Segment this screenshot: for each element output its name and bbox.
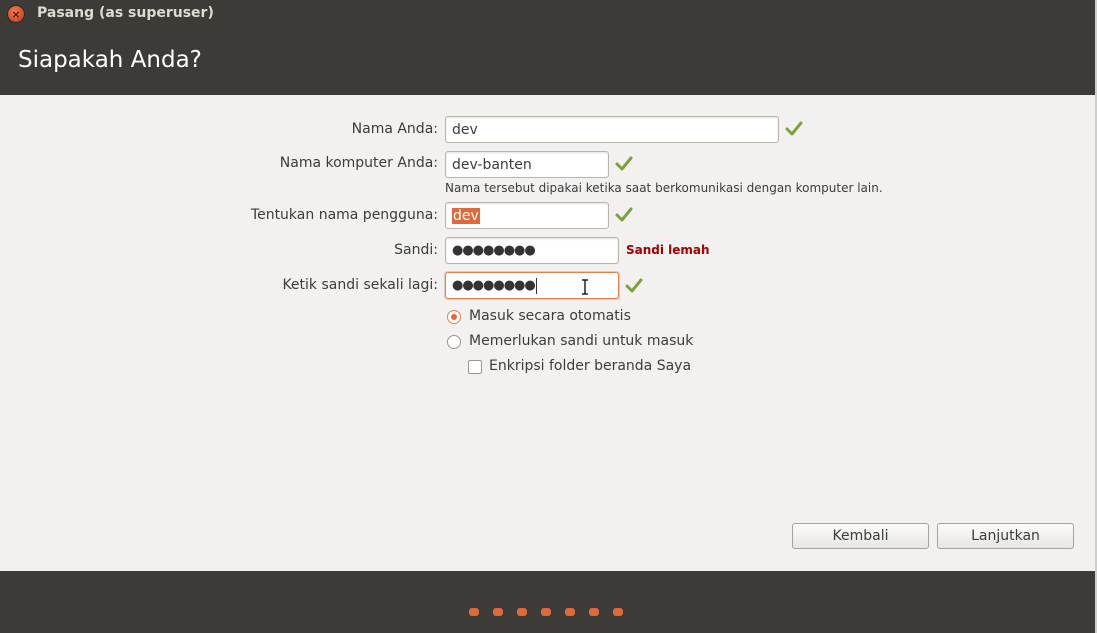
progress-step-3: [517, 608, 527, 616]
title-bar: × Pasang (as superuser): [0, 0, 1097, 27]
close-icon[interactable]: ×: [8, 6, 24, 22]
progress-step-6: [589, 608, 599, 616]
progress-step-7: [613, 608, 623, 616]
window-title: Pasang (as superuser): [37, 5, 214, 21]
password-input[interactable]: ●●●●●●●●: [445, 237, 619, 264]
password-label: Sandi:: [394, 242, 438, 258]
encrypt-home-label[interactable]: Enkripsi folder beranda Saya: [489, 358, 691, 374]
progress-step-4: [541, 608, 551, 616]
footer: [0, 571, 1097, 633]
computer-name-value: dev-banten: [452, 156, 532, 173]
username-check-icon: [615, 207, 633, 222]
progress-step-2: [493, 608, 503, 616]
login-require-password-label[interactable]: Memerlukan sandi untuk masuk: [469, 333, 693, 349]
username-label: Tentukan nama pengguna:: [250, 207, 438, 223]
confirm-password-value: ●●●●●●●●: [452, 278, 536, 293]
text-cursor-icon: [582, 279, 588, 295]
password-strength-label: Sandi lemah: [626, 243, 710, 257]
continue-button[interactable]: Lanjutkan: [937, 523, 1074, 549]
page-title: Siapakah Anda?: [18, 47, 202, 73]
confirm-password-check-icon: [625, 278, 643, 293]
username-input[interactable]: dev: [445, 202, 609, 229]
login-auto-radio[interactable]: [447, 310, 461, 324]
confirm-password-input[interactable]: ●●●●●●●●: [445, 272, 619, 299]
back-button[interactable]: Kembali: [792, 523, 929, 549]
text-caret: [535, 277, 537, 294]
confirm-password-label: Ketik sandi sekali lagi:: [282, 277, 438, 293]
name-label: Nama Anda:: [351, 121, 438, 137]
computer-name-hint: Nama tersebut dipakai ketika saat berkom…: [445, 181, 883, 195]
computer-name-check-icon: [615, 156, 633, 171]
computer-name-label: Nama komputer Anda:: [279, 155, 438, 171]
name-check-icon: [785, 121, 803, 136]
name-value: dev: [452, 121, 478, 138]
login-auto-label[interactable]: Masuk secara otomatis: [469, 308, 631, 324]
username-value: dev: [452, 207, 480, 224]
password-value: ●●●●●●●●: [452, 243, 536, 258]
computer-name-input[interactable]: dev-banten: [445, 151, 609, 178]
login-require-password-radio[interactable]: [447, 335, 461, 349]
name-input[interactable]: dev: [445, 116, 779, 143]
progress-step-5: [565, 608, 575, 616]
encrypt-home-checkbox[interactable]: [468, 360, 482, 374]
page-header: Siapakah Anda?: [0, 27, 1097, 95]
progress-step-1: [469, 608, 479, 616]
